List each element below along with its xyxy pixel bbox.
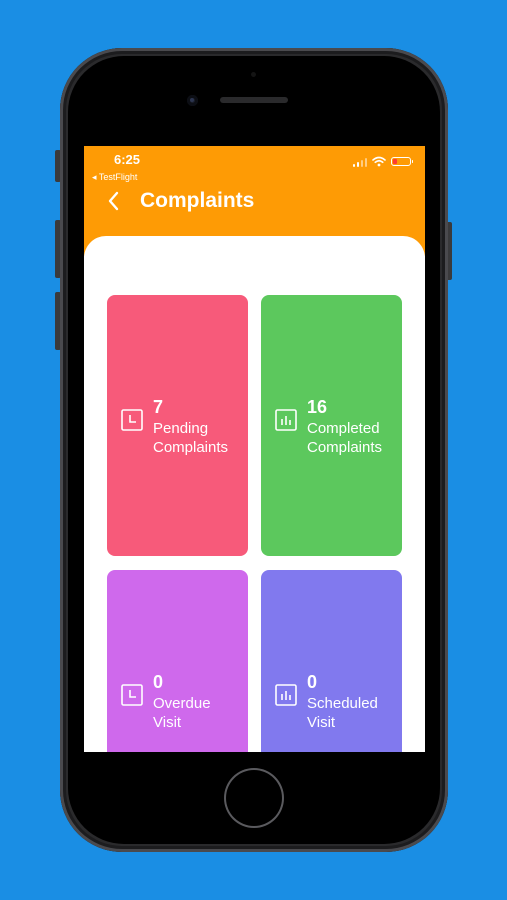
completed-count: 16 bbox=[307, 397, 328, 417]
front-camera bbox=[187, 95, 198, 106]
bar-chart-icon bbox=[275, 409, 297, 431]
overdue-label-line2: Visit bbox=[153, 714, 182, 731]
overdue-label-line1: Overdue bbox=[153, 695, 211, 712]
completed-label-line1: Completed bbox=[307, 420, 380, 437]
scheduled-count: 0 bbox=[307, 672, 318, 692]
sensor-dot bbox=[251, 72, 256, 77]
earpiece-speaker bbox=[220, 97, 288, 103]
scheduled-visit-card[interactable]: 0 Scheduled Visit bbox=[261, 570, 402, 752]
overdue-visit-card[interactable]: 0 Overdue Visit bbox=[107, 570, 248, 752]
clock-icon bbox=[121, 409, 143, 431]
completed-complaints-card[interactable]: 16 Completed Complaints bbox=[261, 295, 402, 556]
pending-label-line1: Pending bbox=[153, 420, 209, 437]
scheduled-label-line2: Visit bbox=[307, 714, 336, 731]
cards-container: 7 Pending Complaints 16 Completed Compla… bbox=[84, 146, 425, 752]
completed-label-line2: Complaints bbox=[307, 439, 383, 456]
pending-count: 7 bbox=[153, 397, 164, 417]
clock-icon bbox=[121, 684, 143, 706]
home-button[interactable] bbox=[224, 768, 284, 828]
scheduled-label-line1: Scheduled bbox=[307, 695, 378, 712]
pending-label-line2: Complaints bbox=[153, 439, 229, 456]
pending-complaints-card[interactable]: 7 Pending Complaints bbox=[107, 295, 248, 556]
overdue-count: 0 bbox=[153, 672, 164, 692]
bar-chart-icon bbox=[275, 684, 297, 706]
